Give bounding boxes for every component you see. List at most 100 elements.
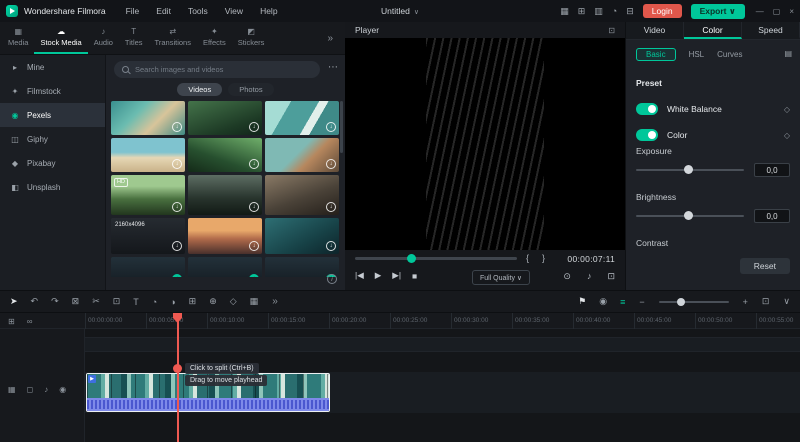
undo-icon[interactable]: ↶ [31,296,39,307]
project-menu-icon[interactable]: ∨ [414,9,419,16]
stock-video-tile[interactable]: ↓ [188,138,262,172]
stock-video-tile[interactable]: ↓ [265,138,339,172]
more-tools-icon[interactable]: » [272,296,278,307]
empty-track-lane[interactable] [85,337,800,352]
stock-video-tile[interactable]: ↓ [265,175,339,215]
stock-video-tile[interactable]: ↓ [188,218,262,254]
sidebar-item[interactable]: ◆ Pixabay [0,151,105,175]
media-tab[interactable]: ☁ Stock Media [34,22,88,54]
download-icon[interactable]: ↓ [326,159,336,169]
download-icon[interactable]: ↓ [249,159,259,169]
media-import-icon[interactable]: ⊞ [578,6,586,17]
download-icon[interactable]: ↓ [249,241,259,251]
zoom-out-icon[interactable]: − [639,297,644,307]
fullscreen-icon[interactable]: ⊡ [607,271,615,282]
download-icon[interactable]: ↓ [172,274,182,277]
stock-video-tile[interactable]: HD ↓ [111,175,185,215]
property-tab[interactable]: Speed [742,22,800,39]
quality-dropdown[interactable]: Full Quality ∨ [472,270,530,285]
scrollbar-thumb[interactable] [340,101,343,153]
media-tab[interactable]: ◩ Stickers [232,22,271,54]
mixer-icon[interactable]: ≡ [620,297,625,307]
toolbar-chevron-icon[interactable]: ∨ [783,296,790,307]
download-icon[interactable]: ↓ [326,122,336,132]
download-icon[interactable]: ↓ [172,159,182,169]
chroma-key-icon[interactable]: ⊞ [189,296,197,307]
volume-icon[interactable]: ♪ [587,271,592,282]
previous-frame-button[interactable]: |◀ [355,270,364,281]
zoom-in-icon[interactable]: + [743,297,748,307]
sidebar-item[interactable]: ✦ Filmstock [0,79,105,103]
mark-in-icon[interactable]: { [526,253,529,263]
search-bar[interactable] [114,61,320,78]
crop-icon[interactable]: ⊡ [113,296,121,307]
lock-track-icon[interactable]: ◻ [27,385,34,394]
keyframe-icon[interactable]: ◇ [230,296,237,307]
login-button[interactable]: Login [642,4,682,18]
link-icon[interactable]: ∞ [27,317,33,326]
notifications-icon[interactable]: ◔ [612,6,617,17]
download-icon[interactable]: ↓ [249,122,259,132]
download-icon[interactable]: ↓ [326,202,336,212]
minimize-button[interactable]: — [756,7,764,16]
next-frame-button[interactable]: ▶| [392,270,401,281]
mark-out-icon[interactable]: } [542,253,545,263]
color-subtab[interactable]: Curves [717,50,742,59]
mask-icon[interactable]: ▦ [250,296,259,307]
menu-item[interactable]: View [225,6,243,16]
stock-video-tile[interactable]: ↓ [265,101,339,135]
property-tab[interactable]: Color [684,22,742,39]
manage-tracks-icon[interactable]: ⊞ [8,317,15,326]
text-icon[interactable]: T [133,297,139,307]
reset-button[interactable]: Reset [739,258,790,274]
filter-pill[interactable]: Videos [177,83,223,96]
sidebar-item[interactable]: ◧ Unsplash [0,175,105,199]
search-input[interactable] [135,65,312,74]
motion-tracking-icon[interactable]: ⊕ [209,296,217,307]
media-tab[interactable]: T Titles [119,22,149,54]
seek-handle[interactable] [407,254,416,263]
detach-player-icon[interactable]: ⊡ [608,26,615,35]
stock-video-tile[interactable]: ↓ [111,138,185,172]
color-subtab[interactable]: Basic [636,47,676,61]
track-options-icon[interactable]: ▦ [8,385,16,394]
play-button[interactable]: ▶ [375,270,382,281]
layout-icon[interactable]: ▦ [560,6,569,17]
stock-video-tile[interactable]: ↓ [188,175,262,215]
hide-track-icon[interactable]: ◉ [59,385,66,394]
more-tabs-icon[interactable]: » [327,33,333,44]
filter-pill[interactable]: Photos [228,83,274,96]
download-icon[interactable]: ↓ [249,274,259,277]
playhead-drag-ball[interactable] [173,364,182,373]
color-icon[interactable]: ◑ [170,297,175,307]
close-button[interactable]: × [789,7,794,16]
download-icon[interactable]: ↓ [249,202,259,212]
menu-item[interactable]: Help [260,6,277,16]
split-icon[interactable]: ✂ [92,296,100,307]
timeline-ruler[interactable]: ⊞ ∞ 00:00:00:00 00:00:05:00 00:00:10:00 00:0… [0,313,800,329]
stock-video-tile[interactable]: 2160x4096 ↓ [111,218,185,254]
menu-item[interactable]: Tools [188,6,208,16]
fit-timeline-icon[interactable]: ⊡ [762,296,770,307]
info-icon[interactable]: i [327,274,337,284]
store-icon[interactable]: ⊟ [626,6,634,17]
stop-button[interactable]: ■ [412,271,417,281]
slider-value-field[interactable]: 0,0 [754,209,790,223]
stock-video-tile[interactable]: ↓ [265,218,339,254]
menu-item[interactable]: File [126,6,140,16]
slider-value-field[interactable]: 0,0 [754,163,790,177]
download-icon[interactable]: ↓ [172,202,182,212]
export-button[interactable]: Export ∨ [690,3,745,19]
slider-handle[interactable] [684,211,693,220]
timeline-zoom-slider[interactable] [658,297,729,306]
voiceover-icon[interactable]: ◉ [599,296,607,307]
color-subtab[interactable]: HSL [689,50,705,59]
speed-icon[interactable]: ◔ [152,297,157,307]
stock-video-tile[interactable]: ↓ [188,101,262,135]
sidebar-item[interactable]: ◉ Pexels [0,103,105,127]
download-icon[interactable]: ↓ [172,241,182,251]
maximize-button[interactable]: ▢ [773,7,781,16]
zoom-slider-handle[interactable] [676,297,685,306]
adjust-panel-icon[interactable]: ▤ [784,49,792,58]
toggle-switch[interactable] [636,129,658,141]
